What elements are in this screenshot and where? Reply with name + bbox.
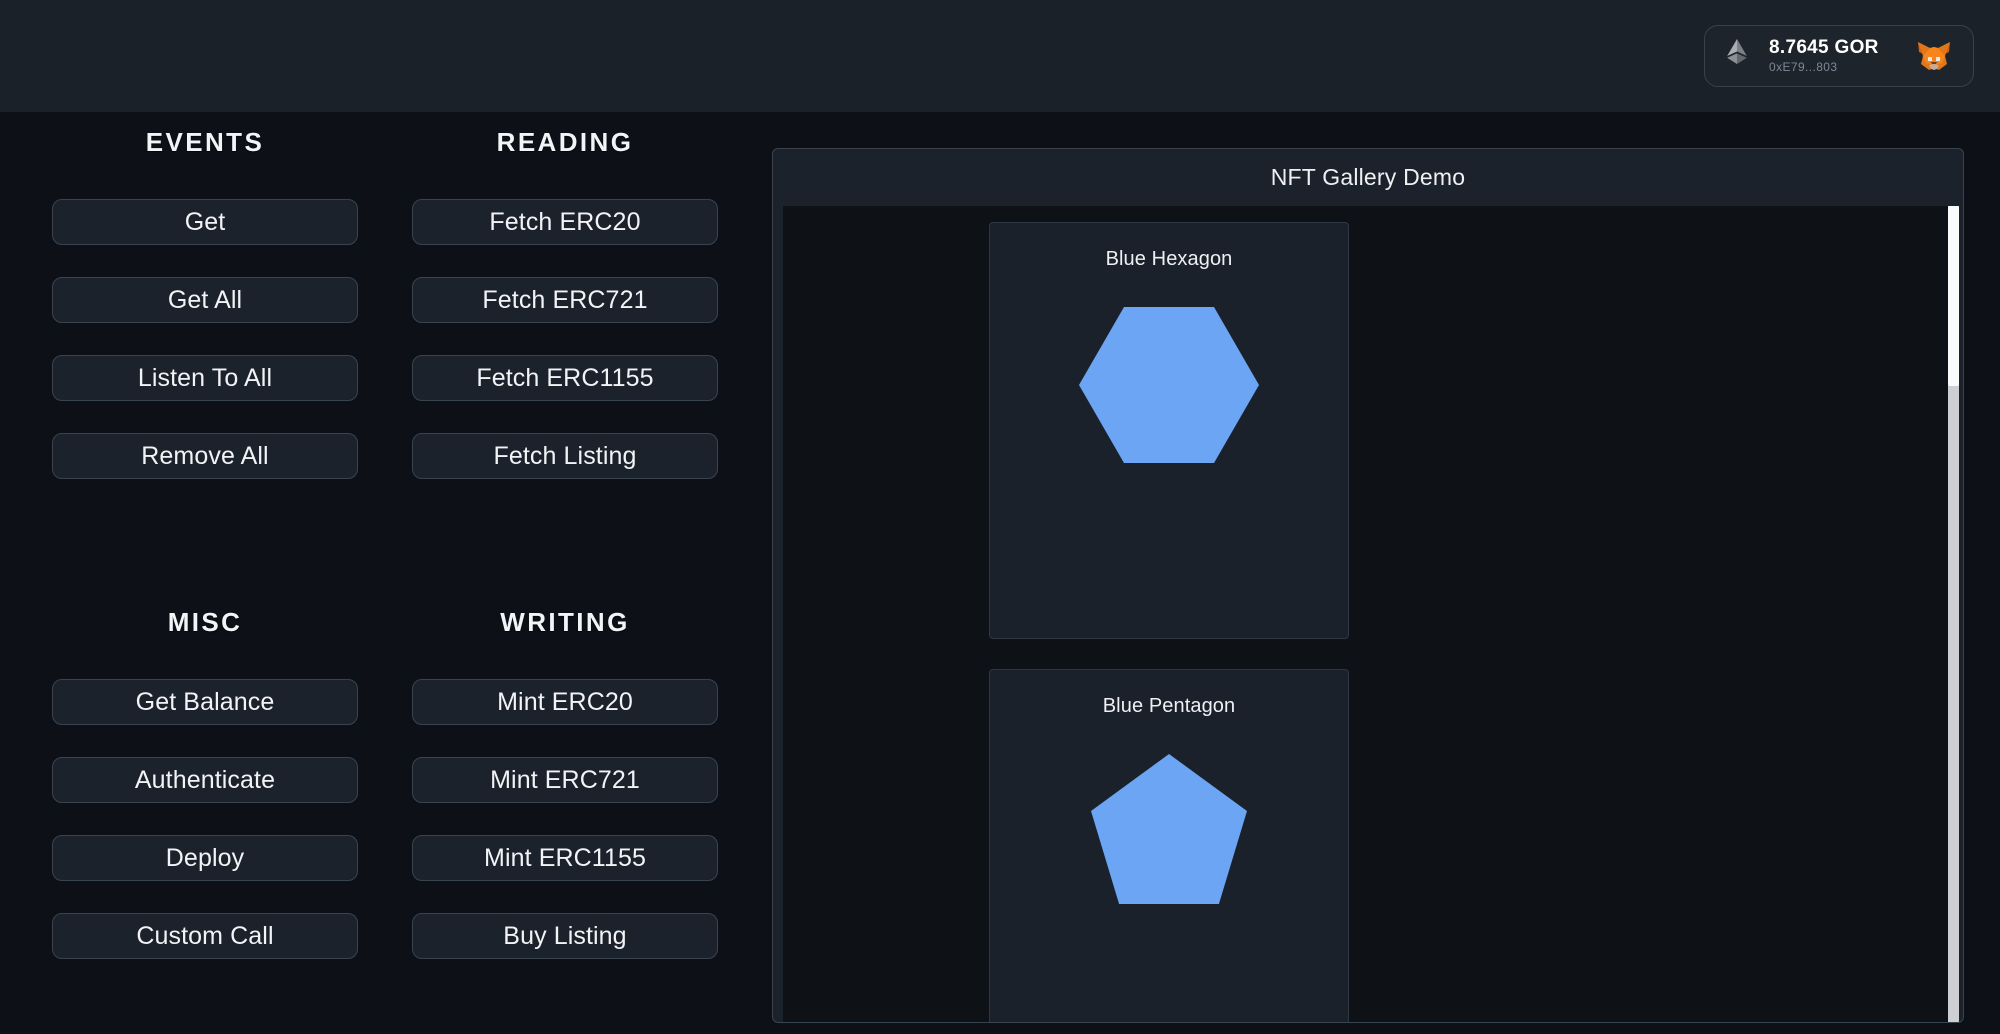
wallet-info: 8.7645 GOR 0xE79...803: [1769, 36, 1897, 74]
nft-card-artwork: [1079, 307, 1259, 487]
metamask-fox-icon[interactable]: [1917, 40, 1951, 72]
gallery-scrollbar-thumb[interactable]: [1948, 206, 1959, 386]
nft-card[interactable]: Blue Hexagon: [989, 222, 1349, 639]
nft-card-title: Blue Hexagon: [1105, 248, 1233, 270]
button-buy-listing[interactable]: Buy Listing: [412, 913, 718, 959]
button-get-all[interactable]: Get All: [52, 277, 358, 323]
button-fetch-listing[interactable]: Fetch Listing: [412, 433, 718, 479]
control-group-misc: MISC Get Balance Authenticate Deploy Cus…: [52, 607, 358, 959]
nft-card[interactable]: Blue Pentagon: [989, 669, 1349, 1022]
button-fetch-erc20[interactable]: Fetch ERC20: [412, 199, 718, 245]
button-get[interactable]: Get: [52, 199, 358, 245]
nft-card-title: Blue Pentagon: [1102, 695, 1236, 717]
nft-card-grid: Blue Hexagon Blue Pentagon Green Circle: [989, 222, 1729, 1022]
control-group-writing: WRITING Mint ERC20 Mint ERC721 Mint ERC1…: [412, 607, 718, 959]
gallery-scrollbar-track[interactable]: [1948, 206, 1959, 1022]
button-deploy[interactable]: Deploy: [52, 835, 358, 881]
nft-gallery-scroll-area[interactable]: Blue Hexagon Blue Pentagon Green Circle: [783, 206, 1955, 1022]
top-bar: 8.7645 GOR 0xE79...803: [0, 0, 2000, 112]
control-group-events: EVENTS Get Get All Listen To All Remove …: [52, 127, 358, 479]
wallet-chip[interactable]: 8.7645 GOR 0xE79...803: [1704, 25, 1974, 87]
wallet-balance: 8.7645 GOR: [1769, 36, 1879, 58]
pentagon-shape: [1091, 754, 1247, 904]
control-group-reading: READING Fetch ERC20 Fetch ERC721 Fetch E…: [412, 127, 718, 479]
nft-card-artwork: [1079, 754, 1259, 934]
button-mint-erc721[interactable]: Mint ERC721: [412, 757, 718, 803]
group-title-writing: WRITING: [500, 607, 630, 637]
button-custom-call[interactable]: Custom Call: [52, 913, 358, 959]
wallet-address: 0xE79...803: [1769, 59, 1838, 74]
ethereum-icon: [1725, 39, 1749, 73]
hexagon-shape: [1079, 307, 1259, 463]
button-remove-all[interactable]: Remove All: [52, 433, 358, 479]
button-mint-erc20[interactable]: Mint ERC20: [412, 679, 718, 725]
button-get-balance[interactable]: Get Balance: [52, 679, 358, 725]
nft-gallery-panel: NFT Gallery Demo Blue Hexagon Blue Penta…: [772, 148, 1964, 1023]
button-fetch-erc721[interactable]: Fetch ERC721: [412, 277, 718, 323]
group-title-events: EVENTS: [145, 127, 265, 157]
nft-gallery-title: NFT Gallery Demo: [1270, 164, 1466, 190]
page-body: EVENTS Get Get All Listen To All Remove …: [0, 112, 2000, 1034]
button-mint-erc1155[interactable]: Mint ERC1155: [412, 835, 718, 881]
button-authenticate[interactable]: Authenticate: [52, 757, 358, 803]
group-title-reading: READING: [496, 127, 634, 157]
button-listen-to-all[interactable]: Listen To All: [52, 355, 358, 401]
controls-region: EVENTS Get Get All Listen To All Remove …: [0, 112, 772, 1034]
button-fetch-erc1155[interactable]: Fetch ERC1155: [412, 355, 718, 401]
group-title-misc: MISC: [167, 607, 243, 637]
